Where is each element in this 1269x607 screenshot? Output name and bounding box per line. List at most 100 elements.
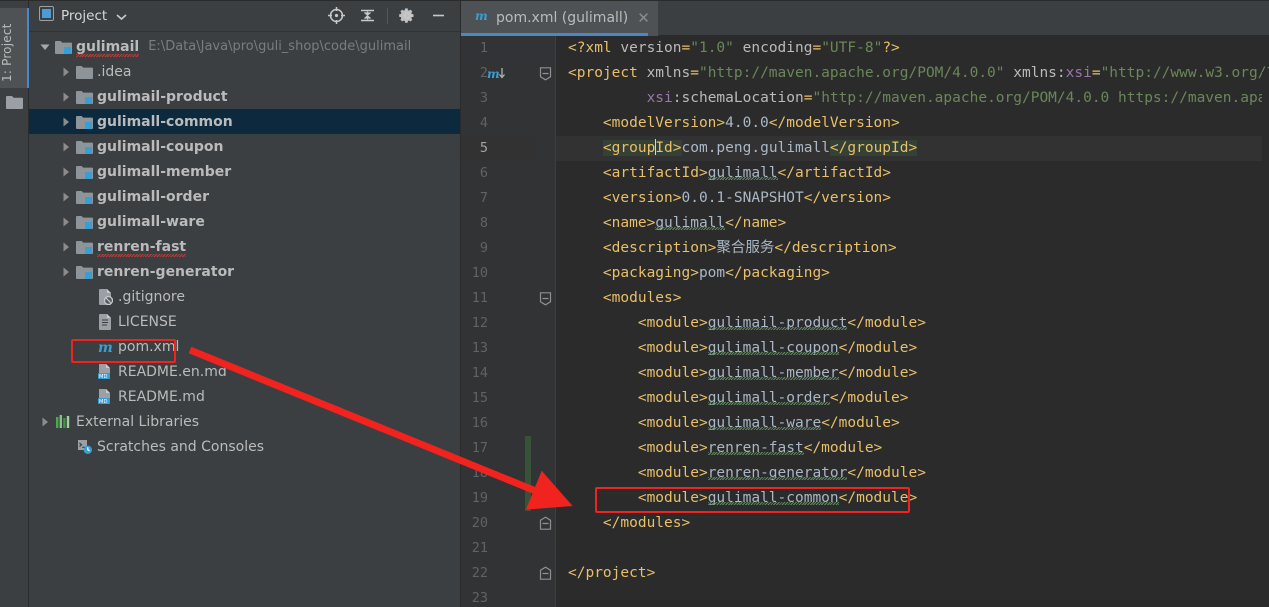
code-line[interactable]: </modules> <box>556 511 1269 536</box>
fold-toggle-icon[interactable] <box>539 66 552 85</box>
toolbar-divider <box>387 8 388 24</box>
code-line[interactable]: <modelVersion>4.0.0</modelVersion> <box>556 111 1269 136</box>
line-number[interactable]: 22 <box>461 561 535 586</box>
folder-icon <box>74 65 94 79</box>
tree-item--idea[interactable]: .idea <box>29 59 460 84</box>
code-line[interactable]: <module>renren-fast</module> <box>556 436 1269 461</box>
code-line[interactable]: <packaging>pom</packaging> <box>556 261 1269 286</box>
close-icon[interactable]: ✕ <box>637 9 650 27</box>
line-number[interactable]: 23 <box>461 586 535 607</box>
tree-item-gulimall-ware[interactable]: gulimall-ware <box>29 209 460 234</box>
line-number[interactable]: 17 <box>461 436 535 461</box>
code-line[interactable]: <?xml version="1.0" encoding="UTF-8"?> <box>556 36 1269 61</box>
chevron-collapsed-icon[interactable] <box>58 117 74 127</box>
chevron-down-icon[interactable] <box>116 6 127 25</box>
code-line[interactable]: </project> <box>556 561 1269 586</box>
code-line[interactable]: <module>gulimall-common</module> <box>556 486 1269 511</box>
editor-area: m pom.xml (gulimall) ✕ 1 23 45678910111213… <box>461 0 1269 607</box>
code-line[interactable]: <modules> <box>556 286 1269 311</box>
code-line[interactable]: xsi:schemaLocation="http://maven.apache.… <box>556 86 1269 111</box>
tree-item-gulimall-common[interactable]: gulimall-common <box>29 109 460 134</box>
chevron-collapsed-icon[interactable] <box>58 217 74 227</box>
collapse-all-icon[interactable] <box>359 7 376 24</box>
tree-item-readme-en-md[interactable]: MDREADME.en.md <box>29 359 460 384</box>
line-number[interactable]: 12 <box>461 311 535 336</box>
line-number[interactable]: 15 <box>461 386 535 411</box>
line-number[interactable]: 1 <box>461 36 535 61</box>
fold-slot <box>535 461 555 486</box>
chevron-expanded-icon[interactable] <box>37 42 53 52</box>
line-number[interactable]: 9 <box>461 236 535 261</box>
editor-scrollbar[interactable] <box>1262 72 1269 607</box>
code-line[interactable]: <module>gulimall-coupon</module> <box>556 336 1269 361</box>
tree-item-pom-xml[interactable]: mpom.xml <box>29 334 460 359</box>
code-line[interactable] <box>556 586 1269 607</box>
line-number[interactable]: 10 <box>461 261 535 286</box>
line-number[interactable]: 11 <box>461 286 535 311</box>
fold-toggle-icon[interactable] <box>539 566 552 585</box>
tree-item--gitignore[interactable]: .gitignore <box>29 284 460 309</box>
tree-item-scratches-and-consoles[interactable]: Scratches and Consoles <box>29 434 460 459</box>
minimize-icon[interactable] <box>430 7 447 24</box>
line-number[interactable]: 6 <box>461 161 535 186</box>
tree-item-gulimall-member[interactable]: gulimall-member <box>29 159 460 184</box>
fold-slot <box>535 136 555 161</box>
tree-item-renren-generator[interactable]: renren-generator <box>29 259 460 284</box>
tree-item-gulimall-coupon[interactable]: gulimall-coupon <box>29 134 460 159</box>
tree-item-gulimail[interactable]: gulimailE:\Data\Java\pro\guli_shop\code\… <box>29 34 460 59</box>
code-line[interactable]: <module>gulimall-order</module> <box>556 386 1269 411</box>
code-line[interactable]: <name>gulimall</name> <box>556 211 1269 236</box>
tree-item-license[interactable]: LICENSE <box>29 309 460 334</box>
chevron-collapsed-icon[interactable] <box>58 92 74 102</box>
chevron-collapsed-icon[interactable] <box>37 417 53 427</box>
tree-item-gulimail-product[interactable]: gulimail-product <box>29 84 460 109</box>
code-line[interactable] <box>556 536 1269 561</box>
tree-item-gulimall-order[interactable]: gulimall-order <box>29 184 460 209</box>
chevron-collapsed-icon[interactable] <box>58 242 74 252</box>
chevron-collapsed-icon[interactable] <box>58 192 74 202</box>
code-line[interactable]: <version>0.0.1-SNAPSHOT</version> <box>556 186 1269 211</box>
line-number[interactable]: 18 <box>461 461 535 486</box>
fold-toggle-icon[interactable] <box>539 291 552 310</box>
line-number[interactable]: 4 <box>461 111 535 136</box>
project-tree[interactable]: gulimailE:\Data\Java\pro\guli_shop\code\… <box>29 32 460 607</box>
line-number[interactable]: 5 <box>461 136 535 161</box>
tab-pom-xml[interactable]: m pom.xml (gulimall) ✕ <box>461 0 658 36</box>
fold-slot <box>535 161 555 186</box>
code-line[interactable]: <module>renren-generator</module> <box>556 461 1269 486</box>
line-number[interactable]: 3 <box>461 86 535 111</box>
chevron-collapsed-icon[interactable] <box>58 142 74 152</box>
code-line[interactable]: <module>gulimall-ware</module> <box>556 411 1269 436</box>
fold-toggle-icon[interactable] <box>539 516 552 535</box>
code-folding-column[interactable] <box>535 36 555 607</box>
vcs-changed-lines-marker[interactable] <box>525 436 531 511</box>
code-line[interactable]: <groupId>com.peng.gulimall</groupId> <box>556 136 1269 161</box>
line-number[interactable]: 19 <box>461 486 535 511</box>
folder-icon[interactable] <box>6 94 23 113</box>
gear-icon[interactable] <box>399 7 416 24</box>
chevron-collapsed-icon[interactable] <box>58 267 74 277</box>
line-number[interactable]: 16 <box>461 411 535 436</box>
select-opened-file-icon[interactable] <box>328 7 345 24</box>
code-line[interactable]: <project xmlns="http://maven.apache.org/… <box>556 61 1269 86</box>
code-line[interactable]: <artifactId>gulimall</artifactId> <box>556 161 1269 186</box>
code-line[interactable]: <description>聚合服务</description> <box>556 236 1269 261</box>
line-number[interactable]: 14 <box>461 361 535 386</box>
line-number[interactable]: 7 <box>461 186 535 211</box>
tree-item-renren-fast[interactable]: renren-fast <box>29 234 460 259</box>
code-line[interactable]: <module>gulimail-product</module> <box>556 311 1269 336</box>
maven-file-icon: m <box>475 9 489 27</box>
tree-item-external-libraries[interactable]: External Libraries <box>29 409 460 434</box>
line-number[interactable]: 20 <box>461 511 535 536</box>
chevron-collapsed-icon[interactable] <box>58 67 74 77</box>
line-number[interactable]: 21 <box>461 536 535 561</box>
tree-item-readme-md[interactable]: MDREADME.md <box>29 384 460 409</box>
code-text[interactable]: <?xml version="1.0" encoding="UTF-8"?><p… <box>556 36 1269 607</box>
chevron-collapsed-icon[interactable] <box>58 167 74 177</box>
line-number-gutter[interactable]: 1234567891011121314151617181920212223m <box>461 36 535 607</box>
line-number[interactable]: 13 <box>461 336 535 361</box>
line-number[interactable]: 8 <box>461 211 535 236</box>
maven-reimport-icon[interactable]: m <box>487 66 509 86</box>
code-line[interactable]: <module>gulimall-member</module> <box>556 361 1269 386</box>
tool-window-button-project[interactable]: 1: Project <box>0 8 29 88</box>
